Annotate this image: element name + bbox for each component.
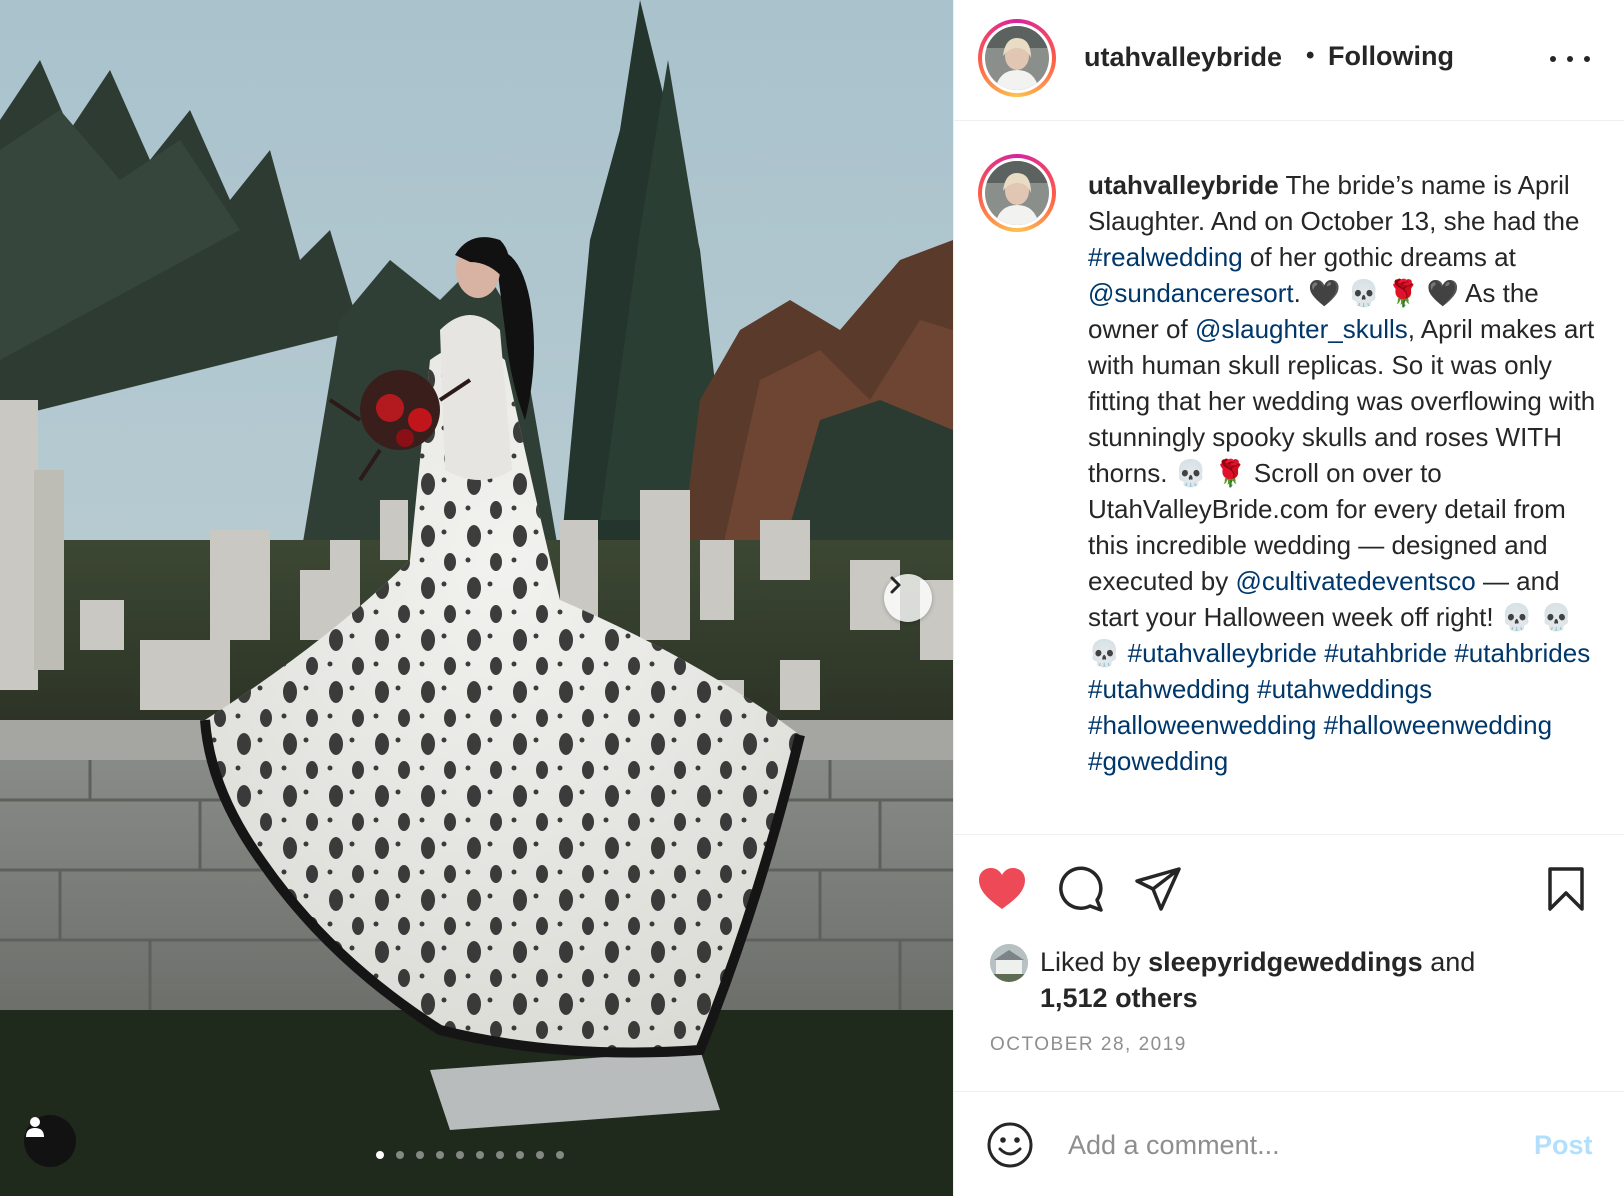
likes-connector: and <box>1430 947 1476 977</box>
caption-segment <box>1316 710 1323 740</box>
share-button[interactable] <box>1134 865 1182 913</box>
post-photo[interactable] <box>0 0 953 1196</box>
mention-link[interactable]: @sundanceresort <box>1088 278 1294 308</box>
save-button[interactable] <box>1542 865 1590 913</box>
likes-count-link[interactable]: 1,512 others <box>1040 983 1198 1013</box>
heart-icon <box>979 868 1025 909</box>
emoji-button[interactable] <box>986 1121 1034 1169</box>
author-avatar[interactable] <box>978 19 1056 97</box>
post-header: utahvalleybride • Following <box>954 0 1624 121</box>
caption-body: The bride’s name is April Slaughter. And… <box>1088 170 1595 776</box>
likes-text: Liked by sleepyridgeweddings and 1,512 o… <box>1040 944 1580 1016</box>
caption-segment: of her gothic dreams at <box>1242 242 1516 272</box>
comment-bar: Post <box>954 1091 1624 1197</box>
carousel-dot <box>436 1151 444 1159</box>
hashtag-link[interactable]: #utahvalleybride <box>1128 638 1317 668</box>
caption-author-avatar[interactable] <box>978 154 1056 232</box>
liker-avatar[interactable] <box>990 944 1028 982</box>
header-separator: • <box>1306 42 1315 69</box>
smiley-icon <box>987 1122 1033 1168</box>
carousel-dot <box>496 1151 504 1159</box>
post-date[interactable]: OCTOBER 28, 2019 <box>990 1034 1187 1056</box>
carousel-dot <box>556 1151 564 1159</box>
mention-link[interactable]: @cultivatedeventsco <box>1235 566 1475 596</box>
hashtag-link[interactable]: #halloweenwedding <box>1324 710 1552 740</box>
carousel-dot <box>516 1151 524 1159</box>
post-details-panel: utahvalleybride • Following utahvalleybr… <box>953 0 1624 1196</box>
follow-status-button[interactable]: Following <box>1328 41 1454 72</box>
caption-segment: , April makes art with human skull repli… <box>1088 314 1596 596</box>
carousel-indicator <box>376 1151 564 1159</box>
mention-link[interactable]: @slaughter_skulls <box>1195 314 1408 344</box>
action-bar <box>954 834 1624 955</box>
next-photo-button[interactable] <box>884 574 932 622</box>
caption-text: utahvalleybride The bride’s name is Apri… <box>1088 167 1598 779</box>
avatar-image <box>985 161 1049 225</box>
bride-photo-illustration <box>0 0 953 1196</box>
more-icon-dot <box>1567 56 1573 62</box>
comment-button[interactable] <box>1056 865 1104 913</box>
likes-prefix: Liked by <box>1040 947 1141 977</box>
hashtag-link[interactable]: #realwedding <box>1088 242 1243 272</box>
share-icon <box>1135 867 1181 911</box>
hashtag-link[interactable]: #utahbrides <box>1454 638 1590 668</box>
carousel-dot <box>376 1151 384 1159</box>
hashtag-link[interactable]: #utahbride <box>1324 638 1447 668</box>
avatar-image <box>985 26 1049 90</box>
hashtag-link[interactable]: #utahweddings <box>1257 674 1432 704</box>
carousel-dot <box>456 1151 464 1159</box>
comment-icon <box>1059 866 1103 912</box>
carousel-dot <box>396 1151 404 1159</box>
carousel-dot <box>536 1151 544 1159</box>
comment-input[interactable] <box>1068 1122 1488 1168</box>
more-icon-dot <box>1550 56 1556 62</box>
hashtag-link[interactable]: #utahwedding <box>1088 674 1250 704</box>
hashtag-link[interactable]: #gowedding <box>1088 746 1228 776</box>
tagged-users-button[interactable] <box>24 1115 76 1167</box>
caption-username[interactable]: utahvalleybride <box>1088 170 1279 200</box>
post-comment-button[interactable]: Post <box>1534 1130 1593 1161</box>
more-icon-dot <box>1584 56 1590 62</box>
caption-scroll-area[interactable]: utahvalleybride The bride’s name is Apri… <box>954 121 1624 834</box>
carousel-dot <box>416 1151 424 1159</box>
like-button[interactable] <box>978 865 1026 913</box>
carousel-dot <box>476 1151 484 1159</box>
liker-avatar-image <box>990 944 1028 982</box>
bookmark-icon <box>1548 867 1584 911</box>
more-options-button[interactable] <box>1550 44 1590 74</box>
user-tag-icon <box>26 1117 44 1137</box>
liker-username[interactable]: sleepyridgeweddings <box>1148 947 1423 977</box>
author-username[interactable]: utahvalleybride <box>1084 42 1282 73</box>
post-window: utahvalleybride • Following utahvalleybr… <box>0 0 1624 1196</box>
hashtag-link[interactable]: #halloweenwedding <box>1088 710 1316 740</box>
chevron-right-icon <box>890 576 901 594</box>
